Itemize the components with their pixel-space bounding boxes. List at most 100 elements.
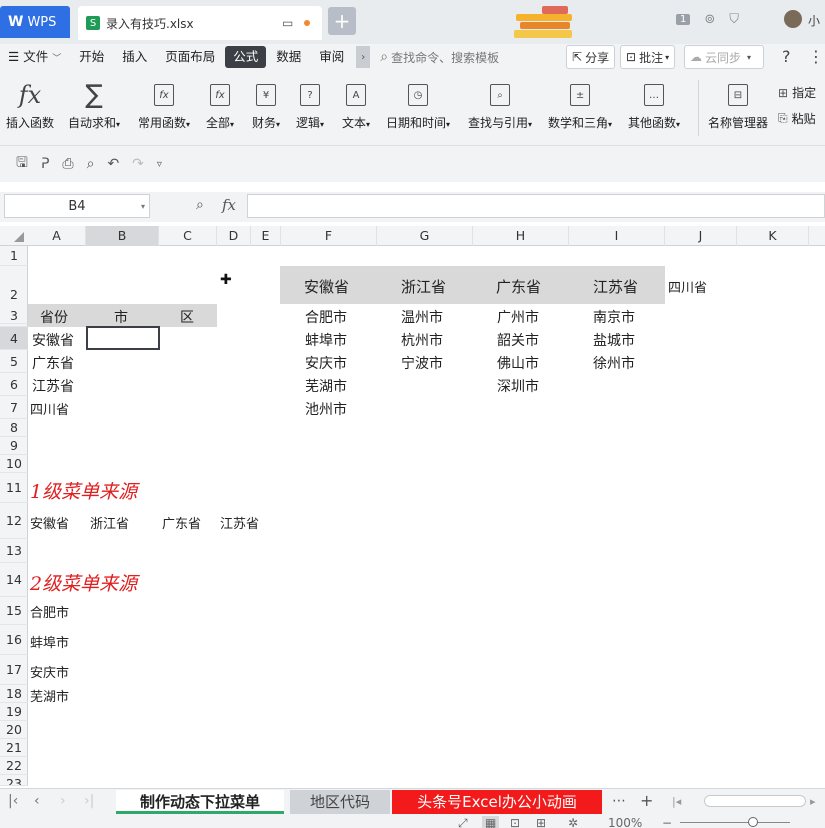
zoom-out-icon[interactable]: −	[662, 816, 672, 828]
column-header-c[interactable]: C	[159, 226, 217, 246]
annotate-button[interactable]: ⊡ 批注 ▾	[620, 45, 676, 69]
specify-button[interactable]: ⊞ 指定	[778, 84, 816, 101]
row-header-9[interactable]: 9	[0, 437, 28, 455]
row-header-15[interactable]: 15	[0, 597, 28, 625]
level2-source-label[interactable]: 2级菜单来源	[30, 569, 137, 596]
customize-toolbar-icon[interactable]: ▿	[157, 159, 162, 170]
cell-a15[interactable]: 合肥市	[30, 602, 69, 621]
window-count-badge[interactable]: 1	[676, 14, 691, 25]
finance-button[interactable]: ¥ 财务▾	[252, 78, 280, 131]
command-search[interactable]: ⌕ 查找命令、搜索模板	[380, 49, 499, 66]
column-header-a[interactable]: A	[28, 226, 86, 246]
sheet-tab-excel-animation[interactable]: 头条号Excel办公小动画	[392, 790, 602, 814]
wps-home-tab[interactable]: W WPS	[0, 6, 70, 38]
cell-f7[interactable]: 池州市	[305, 399, 347, 419]
zoom-slider[interactable]	[680, 822, 790, 823]
print-preview-icon[interactable]: ⌕	[87, 156, 95, 172]
logic-button[interactable]: ? 逻辑▾	[296, 78, 324, 131]
file-tab[interactable]: S 录入有技巧.xlsx ▭	[78, 6, 322, 40]
row-header-17[interactable]: 17	[0, 655, 28, 685]
row-header-23[interactable]: 23	[0, 775, 28, 786]
cell-b3[interactable]: 市	[114, 307, 128, 327]
cell-a17[interactable]: 安庆市	[30, 662, 69, 681]
monitor-icon[interactable]: ▭	[282, 16, 293, 30]
scroll-right-icon[interactable]: ▸	[810, 795, 816, 808]
row-header-18[interactable]: 18	[0, 685, 28, 703]
level1-source-label[interactable]: 1级菜单来源	[30, 477, 137, 504]
row-header-3[interactable]: 3	[0, 304, 28, 327]
cell-h6[interactable]: 深圳市	[497, 376, 539, 396]
menu-start[interactable]: 开始	[71, 46, 112, 68]
insert-function-button[interactable]: fx 插入函数	[6, 78, 54, 131]
row-header-8[interactable]: 8	[0, 419, 28, 437]
add-sheet-icon[interactable]: +	[640, 791, 653, 810]
print-icon[interactable]: ⎙	[62, 156, 73, 172]
undo-icon[interactable]: ↶	[107, 156, 119, 172]
select-all-corner[interactable]	[0, 226, 28, 246]
column-header-k[interactable]: K	[737, 226, 809, 246]
row-header-14[interactable]: 14	[0, 563, 28, 597]
cell-j2[interactable]: 四川省	[668, 277, 707, 296]
cell-d12[interactable]: 江苏省	[220, 513, 259, 532]
other-functions-button[interactable]: … 其他函数▾	[628, 78, 680, 131]
menu-file[interactable]: ☰ 文件 ﹀	[0, 46, 69, 68]
selected-cell-b4[interactable]	[86, 326, 160, 350]
column-header-e[interactable]: E	[251, 226, 281, 246]
row-header-12[interactable]: 12	[0, 503, 28, 539]
cell-g4[interactable]: 杭州市	[401, 330, 443, 350]
name-box[interactable]: B4 ▾	[4, 194, 150, 218]
cell-f5[interactable]: 安庆市	[305, 353, 347, 373]
column-header-f[interactable]: F	[281, 226, 377, 246]
cell-a7[interactable]: 四川省	[30, 399, 69, 418]
cell-b12[interactable]: 浙江省	[90, 513, 129, 532]
page-break-view-icon[interactable]: ⊡	[510, 816, 520, 828]
row-header-21[interactable]: 21	[0, 739, 28, 757]
date-time-button[interactable]: ◷ 日期和时间▾	[386, 78, 450, 131]
column-header-h[interactable]: H	[473, 226, 569, 246]
column-header-d[interactable]: D	[217, 226, 251, 246]
text-button[interactable]: A 文本▾	[342, 78, 370, 131]
more-sheets-icon[interactable]: ⋯	[612, 793, 626, 809]
row-header-1[interactable]: 1	[0, 246, 28, 266]
cell-h4[interactable]: 韶关市	[497, 330, 539, 350]
cell-h3[interactable]: 广州市	[497, 307, 539, 327]
shirt-icon[interactable]: ⛉	[729, 12, 739, 27]
skin-icon[interactable]: ⊚	[704, 12, 715, 27]
cell-h5[interactable]: 佛山市	[497, 353, 539, 373]
menu-review[interactable]: 审阅	[311, 46, 352, 68]
last-sheet-icon[interactable]: ›|	[84, 793, 94, 809]
cell-a12[interactable]: 安徽省	[30, 513, 69, 532]
menu-insert[interactable]: 插入	[114, 46, 155, 68]
menu-page-layout[interactable]: 页面布局	[157, 46, 223, 68]
cell-g3[interactable]: 温州市	[401, 307, 443, 327]
autosum-button[interactable]: ∑ 自动求和▾	[68, 78, 120, 131]
paste-button[interactable]: ⎘ 粘贴	[778, 110, 816, 127]
column-header-g[interactable]: G	[377, 226, 473, 246]
row-header-5[interactable]: 5	[0, 350, 28, 373]
eye-protect-icon[interactable]: ✲	[568, 816, 578, 828]
format-painter-icon[interactable]: ᕈ	[41, 156, 49, 172]
cell-a18[interactable]: 芜湖市	[30, 686, 69, 705]
row-header-7[interactable]: 7	[0, 396, 28, 419]
fullscreen-icon[interactable]: ⤢	[458, 816, 468, 828]
page-layout-view-icon[interactable]: ⊞	[536, 816, 546, 828]
cell-f6[interactable]: 芜湖市	[305, 376, 347, 396]
cell-h2[interactable]: 广东省	[496, 276, 541, 297]
sheet-tab-dynamic-dropdown[interactable]: 制作动态下拉菜单	[116, 790, 284, 814]
sheet-tab-region-code[interactable]: 地区代码	[290, 790, 390, 814]
save-icon[interactable]: 🖫	[16, 152, 28, 176]
user-name[interactable]: 小	[808, 12, 820, 29]
common-functions-button[interactable]: fx 常用函数▾	[138, 78, 190, 131]
fx-label[interactable]: fx	[222, 196, 236, 214]
cell-i4[interactable]: 盐城市	[593, 330, 635, 350]
menu-data[interactable]: 数据	[268, 46, 309, 68]
menu-formula[interactable]: 公式	[225, 46, 267, 68]
zoom-slider-thumb[interactable]	[748, 817, 758, 827]
all-functions-button[interactable]: fx 全部▾	[206, 78, 234, 131]
lookup-button[interactable]: ⌕ 查找与引用▾	[468, 78, 532, 131]
next-sheet-icon[interactable]: ›	[60, 793, 66, 809]
row-header-4[interactable]: 4	[0, 327, 28, 350]
column-header-b[interactable]: B	[86, 226, 159, 246]
row-header-11[interactable]: 11	[0, 473, 28, 503]
row-header-22[interactable]: 22	[0, 757, 28, 775]
